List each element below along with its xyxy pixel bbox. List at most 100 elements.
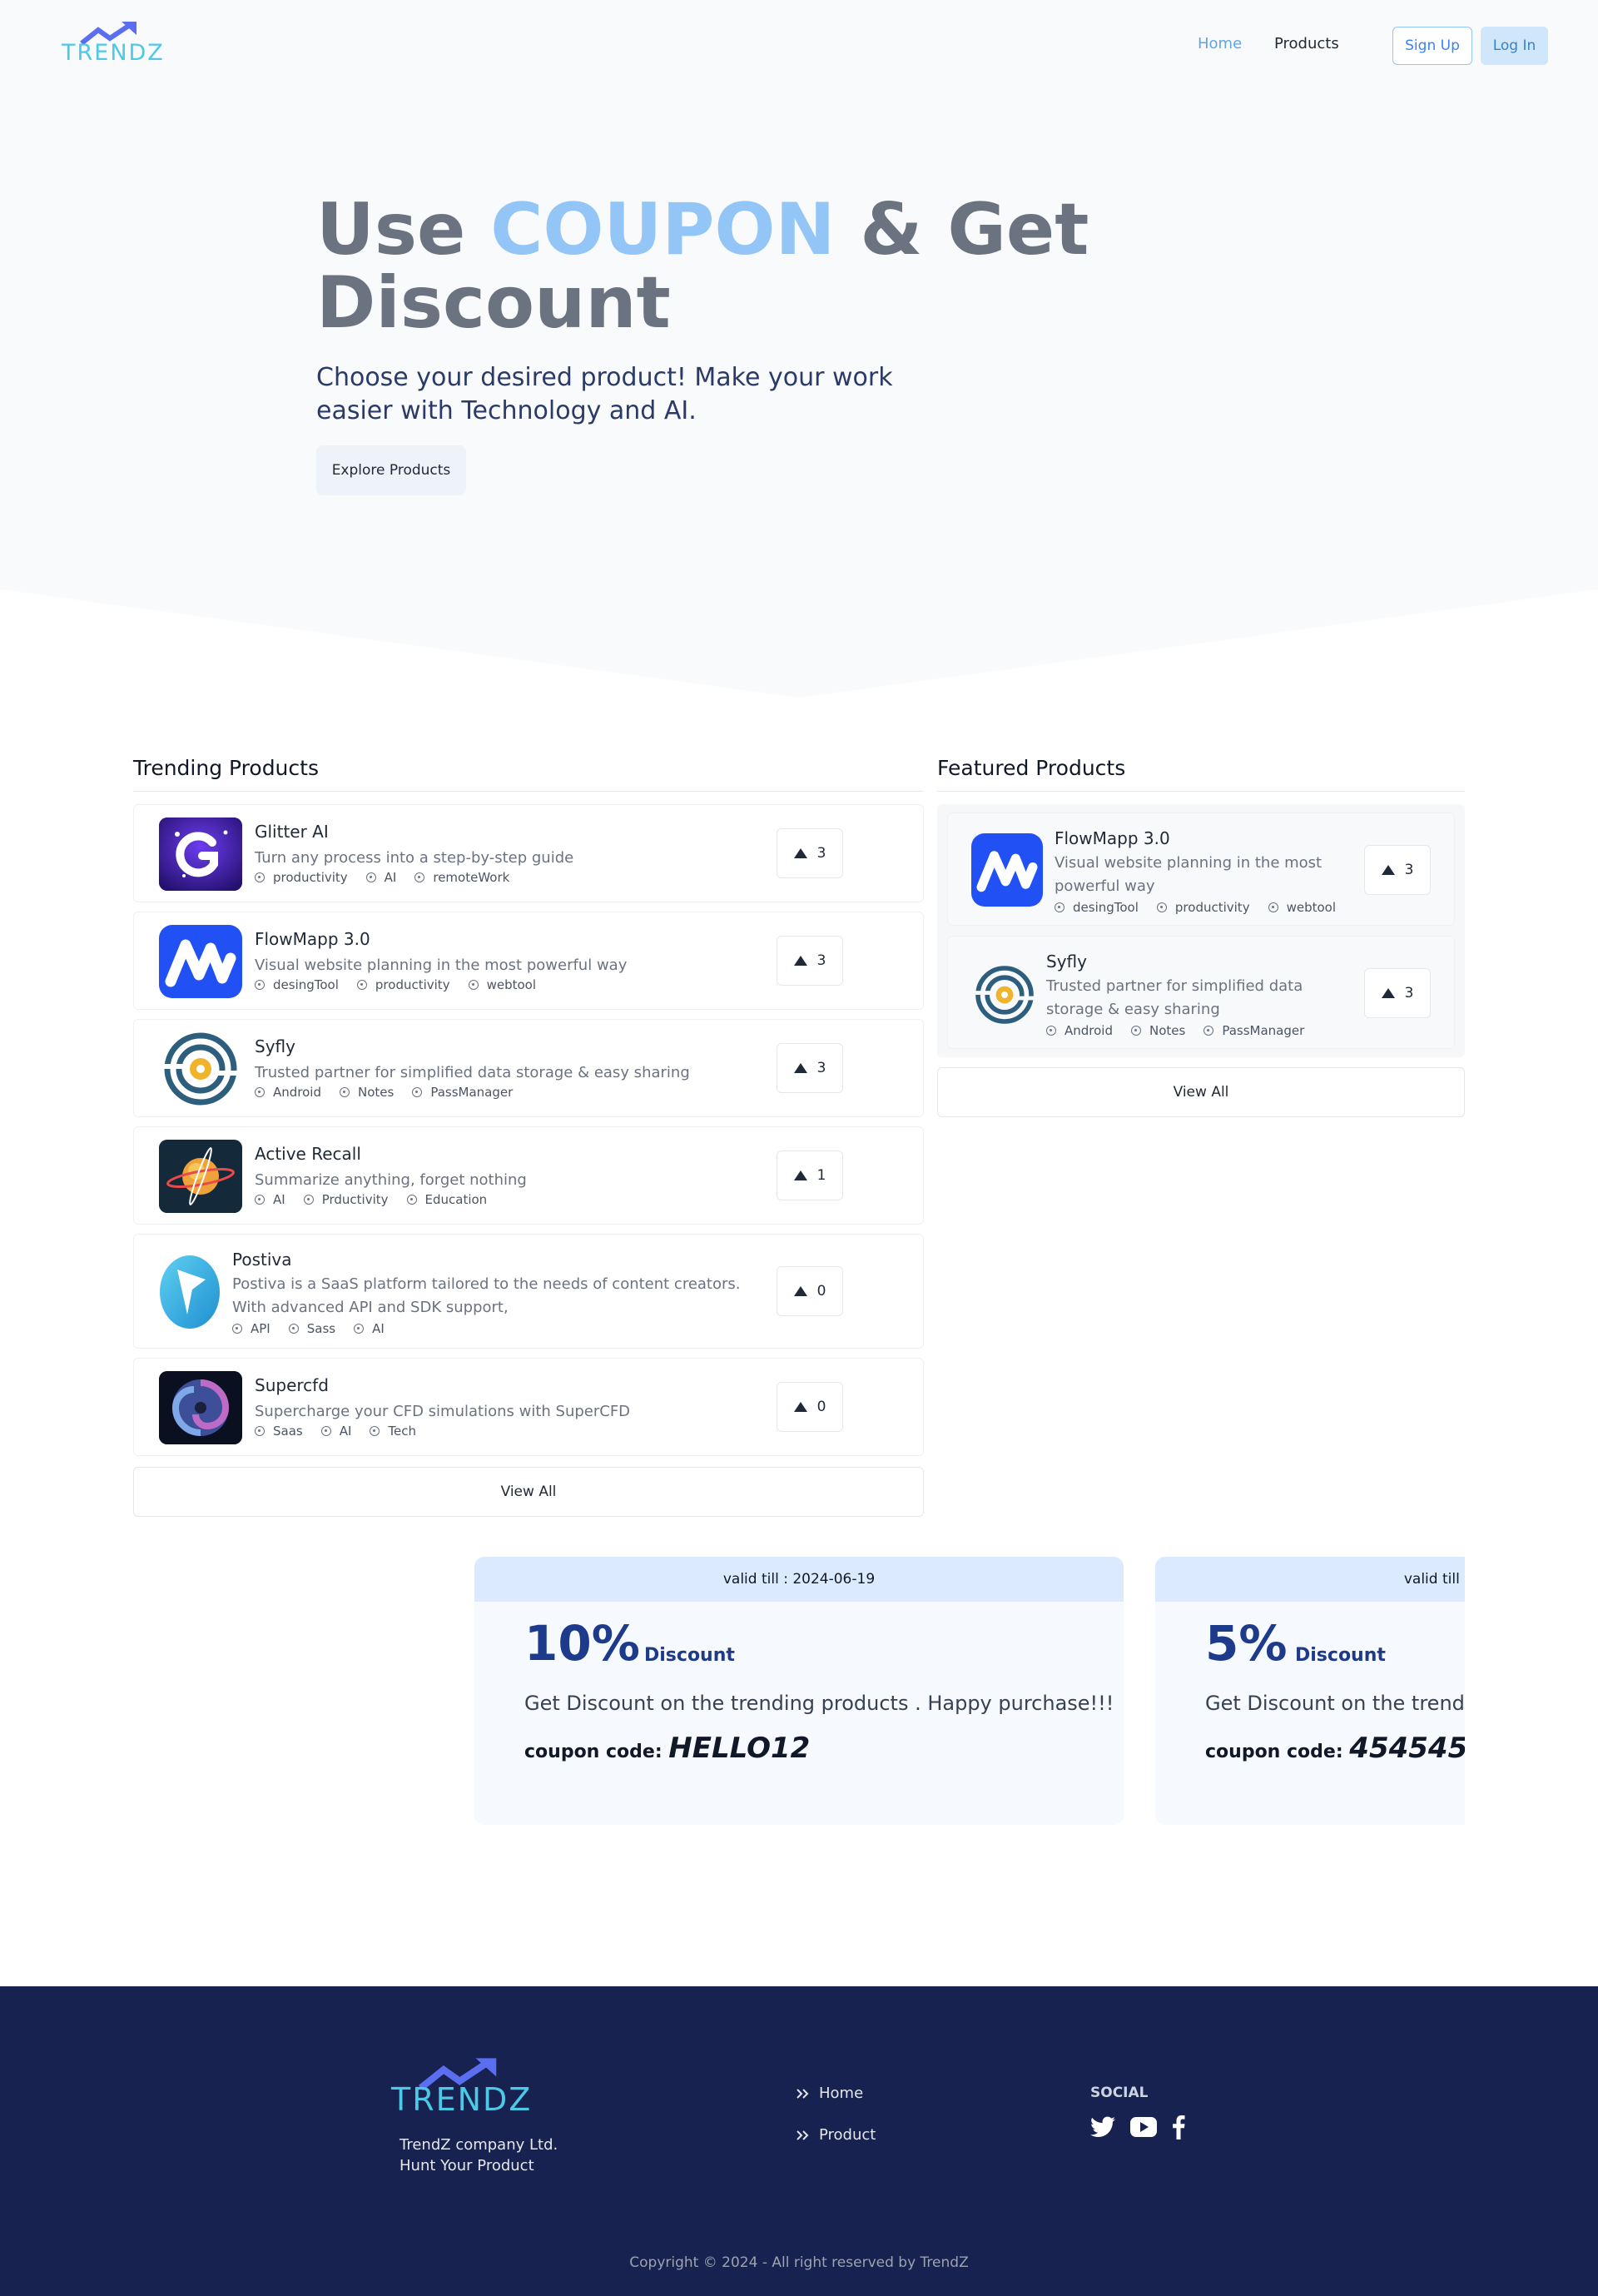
tag-label: desingTool xyxy=(1073,900,1139,915)
tag[interactable]: Sass xyxy=(288,1321,336,1336)
coupon-card[interactable]: valid till : 2024-06-19 5% Discount Get … xyxy=(1155,1557,1465,1825)
double-chevron-right-icon xyxy=(797,2130,809,2140)
trending-item-flowmapp[interactable]: FlowMapp 3.0 Visual website planning in … xyxy=(133,912,924,1010)
brand-logo[interactable]: TRENDZ xyxy=(62,22,163,66)
explore-products-button[interactable]: Explore Products xyxy=(316,445,466,495)
trending-view-all-button[interactable]: View All xyxy=(133,1467,924,1517)
featured-item-flowmapp[interactable]: FlowMapp 3.0 Visual website planning in … xyxy=(947,813,1455,926)
tag[interactable]: Android xyxy=(255,1085,321,1100)
sign-up-button[interactable]: Sign Up xyxy=(1392,27,1472,65)
tag-icon xyxy=(1046,1026,1056,1036)
product-description: Visual website planning in the most powe… xyxy=(1055,854,1323,895)
upvote-arrow-icon xyxy=(793,1402,807,1412)
featured-list: FlowMapp 3.0 Visual website planning in … xyxy=(937,804,1465,1057)
tag[interactable]: API xyxy=(232,1321,270,1336)
footer-brand-logo[interactable]: TRENDZ xyxy=(391,2058,541,2118)
upvote-arrow-icon xyxy=(793,1063,807,1073)
tag[interactable]: productivity xyxy=(255,870,348,885)
upvote-button[interactable]: 3 xyxy=(777,936,843,986)
nav-products-link[interactable]: Products xyxy=(1274,35,1339,52)
tag-icon xyxy=(1055,902,1065,912)
tag[interactable]: PassManager xyxy=(1203,1023,1304,1038)
coupon-carousel[interactable]: valid till : 2024-06-19 10% Discount Get… xyxy=(474,1557,1465,1825)
coupon-code-row: coupon code: HELLO12 xyxy=(524,1732,810,1765)
upvote-arrow-icon xyxy=(793,1170,807,1180)
tag[interactable]: productivity xyxy=(1156,900,1250,915)
tag-label: PassManager xyxy=(430,1085,514,1100)
upvote-button[interactable]: 1 xyxy=(777,1150,843,1200)
youtube-icon[interactable] xyxy=(1130,2117,1157,2137)
nav-home-link[interactable]: Home xyxy=(1198,35,1242,52)
tag-label: Sass xyxy=(306,1321,336,1336)
log-in-button[interactable]: Log In xyxy=(1481,27,1548,65)
flowmapp-logo xyxy=(971,833,1043,907)
tag-icon xyxy=(320,1426,331,1436)
coupon-code-label: coupon code: xyxy=(524,1742,663,1762)
upvote-button[interactable]: 3 xyxy=(1364,968,1431,1018)
product-name: Postiva xyxy=(232,1250,292,1270)
coupon-discount-label: Discount xyxy=(644,1645,735,1666)
tag[interactable]: Prductivity xyxy=(303,1192,389,1207)
upvote-button[interactable]: 3 xyxy=(1364,845,1431,895)
tag[interactable]: Android xyxy=(1046,1023,1113,1038)
tag[interactable]: productivity xyxy=(356,977,450,992)
upvote-button[interactable]: 3 xyxy=(777,1043,843,1093)
tag[interactable]: webtool xyxy=(468,977,536,992)
tag[interactable]: webtool xyxy=(1268,900,1336,915)
tag[interactable]: Tech xyxy=(370,1424,416,1439)
product-description: Postiva is a SaaS platform tailored to t… xyxy=(232,1275,741,1316)
site-footer: TRENDZ TrendZ company Ltd. Hunt Your Pro… xyxy=(0,1986,1598,2296)
product-tags: Saas AI Tech xyxy=(255,1424,416,1439)
tag[interactable]: AI xyxy=(354,1321,385,1336)
trending-item-syfly[interactable]: Syfly Trusted partner for simplified dat… xyxy=(133,1019,924,1117)
featured-item-syfly[interactable]: Syfly Trusted partner for simplified dat… xyxy=(947,936,1455,1049)
tag[interactable]: Notes xyxy=(340,1085,394,1100)
coupon-code-value[interactable]: 454545 xyxy=(1349,1732,1465,1765)
glitter-ai-logo xyxy=(159,818,242,891)
tag-label: Notes xyxy=(358,1085,395,1100)
vote-count: 3 xyxy=(816,952,826,969)
tag[interactable]: AI xyxy=(365,870,396,885)
tag-label: Prductivity xyxy=(321,1192,389,1207)
upvote-button[interactable]: 0 xyxy=(777,1266,843,1316)
tag[interactable]: remoteWork xyxy=(414,870,509,885)
tag[interactable]: PassManager xyxy=(412,1085,513,1100)
vote-count: 3 xyxy=(816,845,826,862)
featured-view-all-button[interactable]: View All xyxy=(937,1067,1465,1117)
tag[interactable]: AI xyxy=(320,1424,351,1439)
coupon-card[interactable]: valid till : 2024-06-19 10% Discount Get… xyxy=(474,1557,1124,1825)
coupon-code-label: coupon code: xyxy=(1205,1742,1343,1762)
product-tags: productivity AI remoteWork xyxy=(255,870,509,885)
vote-count: 0 xyxy=(816,1283,826,1300)
trending-item-glitter-ai[interactable]: Glitter AI Turn any process into a step-… xyxy=(133,804,924,902)
active-recall-planet-icon xyxy=(159,1140,242,1213)
tag-icon xyxy=(232,1324,242,1334)
tag[interactable]: Education xyxy=(406,1192,487,1207)
tag[interactable]: Notes xyxy=(1131,1023,1185,1038)
tag-label: Notes xyxy=(1149,1023,1186,1038)
tag-icon xyxy=(255,1426,265,1436)
tag[interactable]: desingTool xyxy=(255,977,339,992)
footer-link-home[interactable]: Home xyxy=(796,2085,863,2102)
facebook-icon[interactable] xyxy=(1172,2115,1185,2139)
footer-link-product[interactable]: Product xyxy=(796,2126,876,2144)
tag-icon xyxy=(356,980,367,990)
tag[interactable]: Saas xyxy=(255,1424,303,1439)
tag-label: PassManager xyxy=(1222,1023,1305,1038)
coupon-code-value[interactable]: HELLO12 xyxy=(668,1732,810,1765)
upvote-button[interactable]: 3 xyxy=(777,828,843,878)
tag-label: remoteWork xyxy=(433,870,510,885)
active-recall-logo xyxy=(159,1140,242,1213)
tag[interactable]: desingTool xyxy=(1055,900,1139,915)
trending-item-supercfd[interactable]: Supercfd Supercharge your CFD simulation… xyxy=(133,1358,924,1456)
tag[interactable]: AI xyxy=(255,1192,285,1207)
upvote-button[interactable]: 0 xyxy=(777,1382,843,1432)
trending-item-postiva[interactable]: Postiva Postiva is a SaaS platform tailo… xyxy=(133,1234,924,1349)
footer-link-label: Home xyxy=(819,2085,864,2102)
flowmapp-m-icon xyxy=(976,851,1038,892)
tag-icon xyxy=(406,1195,417,1205)
syfly-logo xyxy=(159,1032,242,1106)
twitter-icon[interactable] xyxy=(1090,2116,1115,2138)
upvote-arrow-icon xyxy=(793,1286,807,1296)
trending-item-active-recall[interactable]: Active Recall Summarize anything, forget… xyxy=(133,1126,924,1225)
